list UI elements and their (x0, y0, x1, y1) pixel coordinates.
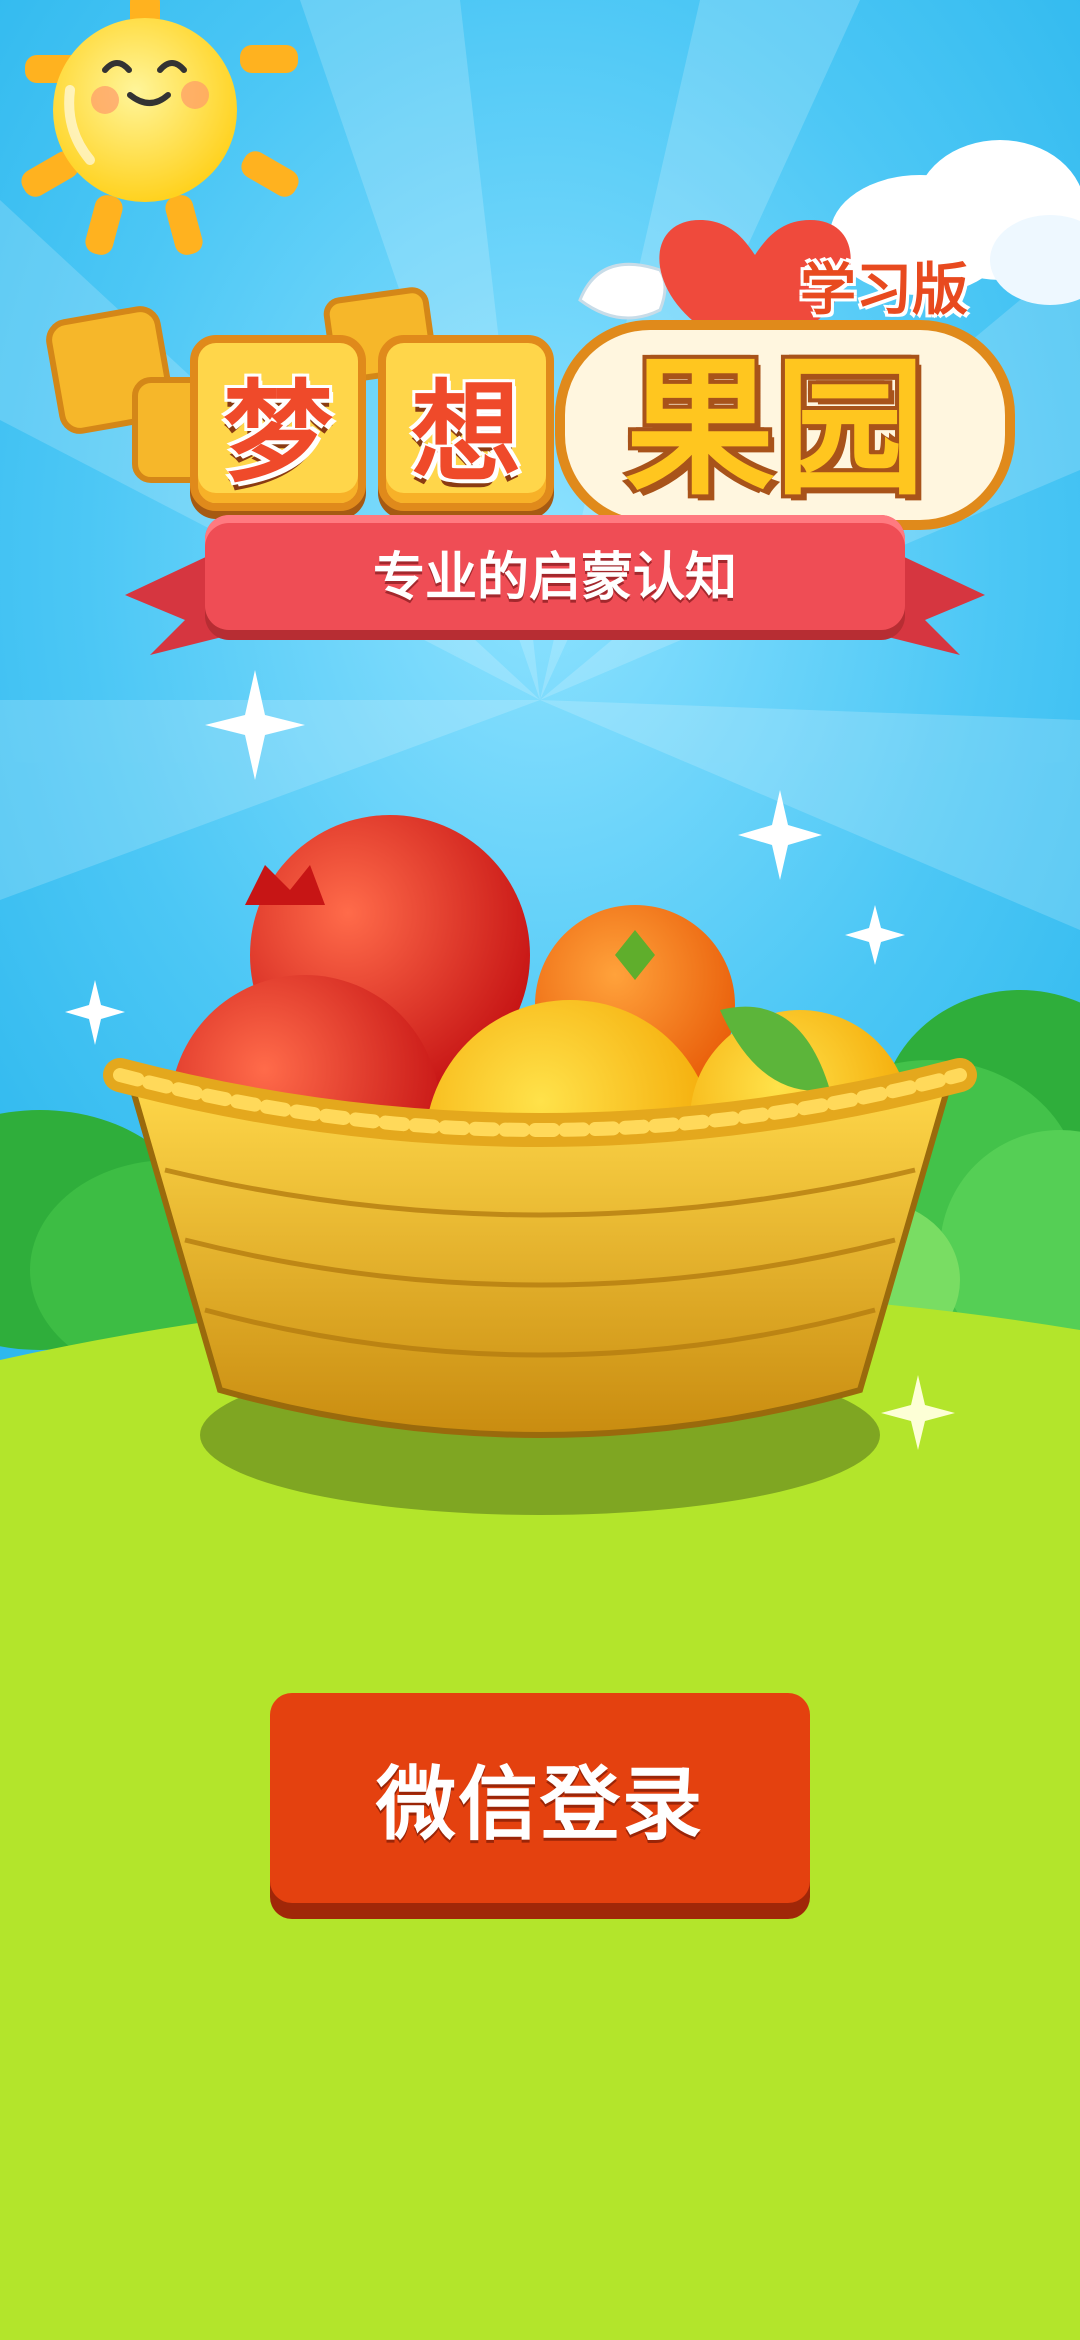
tagline-ribbon: 专业的启蒙认知 (205, 515, 905, 630)
tagline-text: 专业的启蒙认知 (372, 548, 737, 608)
title-char-2: 想 (411, 369, 521, 497)
login-button-label: 微信登录 (376, 1760, 704, 1849)
title-tile-2: 想 (378, 335, 554, 511)
title-tile-1: 梦 (190, 335, 366, 511)
title-right: 果园 (624, 341, 925, 516)
title-area: 梦 想 果园 学习版 专业的启蒙认知 (0, 0, 1080, 700)
title-char-1: 梦 (223, 369, 333, 497)
edition-label: 学习版 (800, 258, 968, 323)
wechat-login-button[interactable]: 微信登录 (270, 1693, 810, 1903)
